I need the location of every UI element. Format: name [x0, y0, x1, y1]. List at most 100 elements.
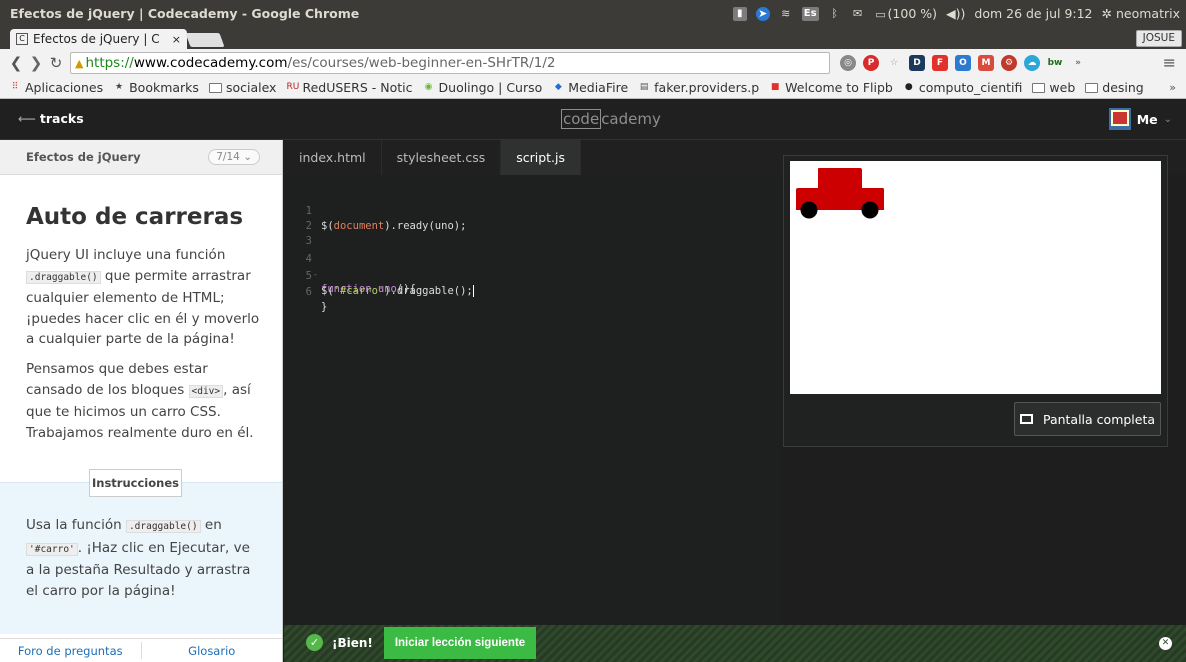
bookmark-item[interactable]: ● computo_cientifi — [903, 80, 1023, 95]
bookmark-label: desing — [1102, 80, 1144, 95]
code-token: ).ready(uno); — [384, 220, 467, 232]
glossary-link[interactable]: Glosario — [142, 639, 283, 662]
clock[interactable]: dom 26 de jul 9:12 — [974, 6, 1092, 21]
code-token: $( — [321, 220, 334, 232]
forward-arrow-icon[interactable]: ❯ — [26, 54, 46, 72]
instr-text-b: en — [200, 517, 222, 533]
bookmark-item[interactable]: RU RedUSERS - Notic — [286, 80, 412, 95]
flipboard-icon: ■ — [770, 82, 780, 92]
description-paragraph: jQuery UI incluye una función .draggable… — [26, 245, 262, 350]
data-extension-icon[interactable]: D — [909, 55, 925, 71]
user-menu[interactable]: Me ⌄ — [1108, 108, 1172, 130]
shield-extension-icon[interactable]: ◎ — [840, 55, 856, 71]
reload-icon[interactable]: ↻ — [46, 54, 66, 72]
line-number: 6 — [305, 286, 312, 298]
close-tab-icon[interactable]: × — [172, 33, 187, 46]
bookmark-label: faker.providers.p — [654, 80, 760, 95]
forum-link[interactable]: Foro de preguntas — [0, 639, 141, 662]
codecademy-logo[interactable]: code cademy — [561, 109, 661, 129]
telegram-icon[interactable]: ➤ — [755, 6, 770, 21]
close-icon[interactable]: ✕ — [1159, 637, 1172, 650]
new-tab-button[interactable] — [185, 33, 225, 47]
folder-icon — [1085, 82, 1099, 93]
folder-icon — [1032, 82, 1046, 93]
editor-tab[interactable]: index.html — [284, 140, 382, 175]
bookmark-star-icon[interactable]: ☆ — [886, 55, 902, 71]
fullscreen-label: Pantalla completa — [1042, 411, 1156, 427]
inline-code: .draggable() — [125, 520, 201, 533]
browser-tab[interactable]: C Efectos de jQuery | C × — [10, 29, 187, 49]
code-line: 5 $('#carro').draggable(); — [284, 254, 474, 297]
editor-tab[interactable]: script.js — [501, 140, 582, 175]
text-cursor — [472, 285, 474, 297]
session-menu[interactable]: ✲ neomatrix — [1102, 6, 1180, 21]
panel-footer: Foro de preguntas Glosario — [0, 638, 282, 662]
bookmark-item[interactable]: desing — [1085, 80, 1144, 95]
flipboard-extension-icon[interactable]: F — [932, 55, 948, 71]
code-editor[interactable]: 1 $(document).ready(uno); 2 3 4 - functi… — [284, 175, 780, 625]
codecademy-header: ⟵ tracks code cademy Me ⌄ — [0, 99, 1186, 140]
bw-extension-icon[interactable]: bw — [1047, 55, 1063, 71]
indicator-icon[interactable]: ▮ — [732, 6, 747, 21]
code-token: ).draggable(); — [384, 285, 473, 297]
instructions-box: Instrucciones Usa la función .draggable(… — [0, 469, 282, 634]
pro-extension-icon[interactable]: P — [863, 55, 879, 71]
address-bar[interactable]: ▲ https:// www.codecademy.com /es/course… — [70, 52, 830, 74]
tracks-label: tracks — [39, 111, 84, 126]
profile-button[interactable]: JOSUE — [1135, 30, 1182, 47]
star-icon: ★ — [115, 82, 124, 92]
outlook-extension-icon[interactable]: O — [955, 55, 971, 71]
bookmark-item[interactable]: ★ Bookmarks — [113, 80, 199, 95]
bookmark-label: computo_cientifi — [918, 80, 1023, 95]
cloud-extension-icon[interactable]: ☁ — [1024, 55, 1040, 71]
draggable-car[interactable] — [796, 168, 884, 220]
keyboard-layout-indicator[interactable]: Es — [801, 6, 819, 21]
fold-toggle-icon[interactable]: - — [313, 267, 318, 282]
instructions-text: Usa la función .draggable() en '#carro'.… — [26, 515, 262, 601]
tab-strip: C Efectos de jQuery | C × JOSUE — [0, 27, 1186, 49]
instructions-label: Instrucciones — [89, 469, 182, 497]
tracks-link[interactable]: ⟵ tracks — [18, 111, 84, 126]
bookmark-item[interactable]: ■ Welcome to Flipb — [769, 80, 893, 95]
code-line: 2 — [284, 204, 312, 232]
back-arrow-icon[interactable]: ❮ — [6, 54, 26, 72]
success-message: ¡Bien! — [332, 636, 373, 650]
mediafire-icon: ◆ — [554, 82, 562, 92]
bookmarks-overflow-icon[interactable]: » — [1169, 81, 1176, 94]
next-lesson-button[interactable]: Iniciar lección siguiente — [384, 627, 536, 659]
doc-icon: ▤ — [639, 82, 649, 92]
gmail-extension-icon[interactable]: M — [978, 55, 994, 71]
battery-indicator[interactable]: ▭ (100 %) — [874, 6, 937, 22]
tab-title: Efectos de jQuery | C — [33, 32, 160, 46]
lesson-progress-dropdown[interactable]: 7/14 ⌄ — [208, 149, 260, 165]
editor-tab[interactable]: stylesheet.css — [382, 140, 502, 175]
lock-warning-icon[interactable]: ▲ — [75, 57, 83, 70]
window-title: Efectos de jQuery | Codecademy - Google … — [10, 6, 360, 21]
bluetooth-icon[interactable]: ᛒ — [828, 7, 842, 21]
fullscreen-icon — [1019, 414, 1033, 424]
bookmark-item[interactable]: socialex — [208, 80, 276, 95]
wifi-icon[interactable]: ≋ — [779, 7, 793, 21]
exercise-title: Auto de carreras — [26, 204, 244, 230]
bookmark-item[interactable]: ▤ faker.providers.p — [638, 80, 759, 95]
fullscreen-button[interactable]: Pantalla completa — [1014, 402, 1161, 436]
code-line: 6 } — [284, 270, 328, 313]
result-frame[interactable] — [790, 161, 1161, 394]
system-tray: ▮ ➤ ≋ Es ᛒ ✉ ▭ (100 %) ◀)) dom 26 de jul … — [732, 6, 1186, 22]
github-icon: ● — [904, 82, 913, 92]
bookmark-item[interactable]: ◆ MediaFire — [552, 80, 628, 95]
bookmark-item[interactable]: web — [1032, 80, 1075, 95]
bookmark-item[interactable]: ⠿ Aplicaciones — [9, 80, 103, 95]
desc1-text-a: jQuery UI incluye una función — [26, 247, 226, 263]
notification-extension-icon[interactable]: ⚙ — [1001, 55, 1017, 71]
mail-icon[interactable]: ✉ — [851, 7, 865, 21]
desc2-text-a: Pensamos que debes estar cansado de los … — [26, 361, 208, 398]
code-line: 4 - function uno(){ — [284, 237, 416, 295]
bookmark-label: web — [1049, 80, 1076, 95]
browser-menu-icon[interactable]: ≡ — [1163, 53, 1176, 72]
url-path: /es/courses/web-beginner-en-SHrTR/1/2 — [287, 55, 556, 71]
bookmark-item[interactable]: ◉ Duolingo | Curso — [423, 80, 543, 95]
more-extensions-icon[interactable]: » — [1070, 55, 1086, 71]
volume-icon[interactable]: ◀)) — [946, 6, 965, 21]
code-token: document — [333, 220, 385, 232]
